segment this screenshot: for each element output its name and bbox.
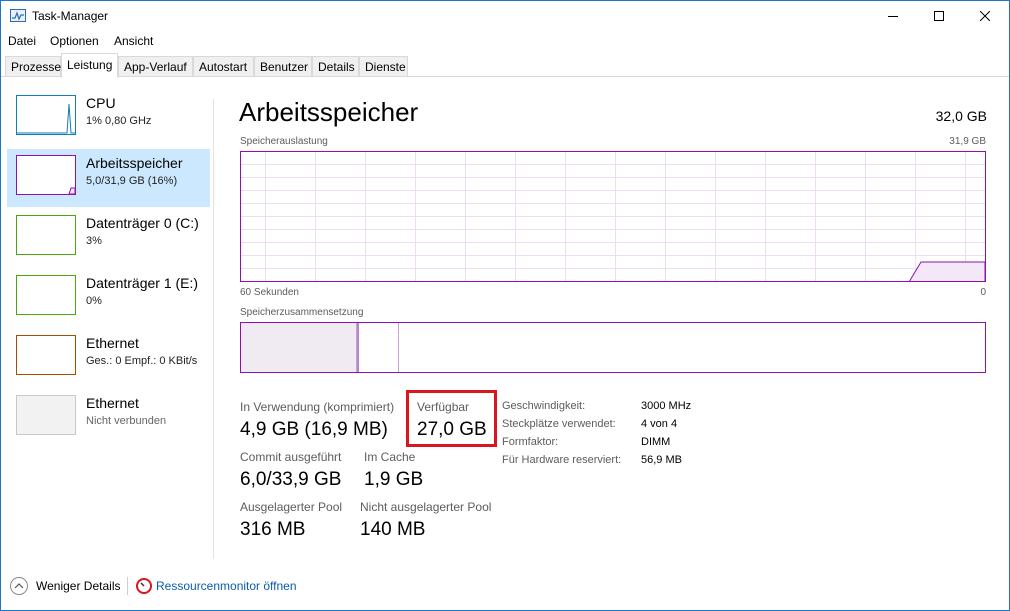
sidebar-item-label: CPU <box>86 95 116 111</box>
in-use-label: In Verwendung (komprimiert) <box>240 400 395 414</box>
nonpaged-pool-label: Nicht ausgelagerter Pool <box>360 500 492 514</box>
cpu-thumbnail-graph <box>16 95 76 135</box>
fewer-details-button[interactable]: Weniger Details <box>36 579 120 593</box>
menu-file[interactable]: Datei <box>8 34 36 48</box>
form-factor-value: DIMM <box>641 436 671 448</box>
page-title: Arbeitsspeicher <box>239 97 419 127</box>
sidebar-item-ethernet-2[interactable]: Ethernet Nicht verbunden <box>7 389 210 447</box>
cached-label: Im Cache <box>364 450 416 464</box>
graph-time-right: 0 <box>980 287 986 298</box>
open-resource-monitor-link[interactable]: Ressourcenmonitor öffnen <box>156 579 297 593</box>
ethernet-thumbnail-graph <box>16 335 76 375</box>
task-manager-icon <box>10 9 26 22</box>
tab-strip: Prozesse Leistung App-Verlauf Autostart … <box>1 53 1009 78</box>
disk-c-thumbnail-graph <box>16 215 76 255</box>
minimize-icon <box>888 16 898 17</box>
slots-value: 4 von 4 <box>641 418 678 430</box>
minimize-button[interactable] <box>870 1 916 31</box>
tab-performance[interactable]: Leistung <box>61 53 118 78</box>
sidebar-item-detail: Ges.: 0 Empf.: 0 KBit/s <box>86 355 198 367</box>
composition-label: Speicherzusammensetzung <box>240 307 364 318</box>
composition-standby <box>359 323 399 372</box>
tab-details[interactable]: Details <box>312 56 359 77</box>
tab-services[interactable]: Dienste <box>359 56 408 77</box>
sidebar-item-detail: 0% <box>86 295 102 307</box>
sidebar-item-disk-c[interactable]: Datenträger 0 (C:) 3% <box>7 209 210 267</box>
form-factor-label: Formfaktor: <box>502 436 559 448</box>
usage-graph-label: Speicherauslastung <box>240 136 328 147</box>
window-title: Task-Manager <box>32 9 109 23</box>
total-capacity: 32,0 GB <box>935 108 987 124</box>
memory-usage-plot <box>241 152 985 281</box>
in-use-value: 4,9 GB (16,9 MB) <box>240 419 388 440</box>
sidebar-item-label: Ethernet <box>86 395 139 411</box>
sidebar-item-label: Datenträger 1 (E:) <box>86 275 199 291</box>
chevron-up-icon[interactable] <box>10 577 28 595</box>
slots-label: Steckplätze verwendet: <box>502 418 616 430</box>
memory-composition-bar <box>240 322 986 373</box>
paged-pool-value: 316 MB <box>240 519 306 540</box>
sidebar-item-cpu[interactable]: CPU 1% 0,80 GHz <box>7 89 210 147</box>
committed-label: Commit ausgeführt <box>240 450 342 464</box>
menu-view[interactable]: Ansicht <box>114 34 153 48</box>
sidebar-item-detail: 1% 0,80 GHz <box>86 115 152 127</box>
disk-e-thumbnail-graph <box>16 275 76 315</box>
tab-app-history[interactable]: App-Verlauf <box>118 56 193 77</box>
graph-time-left: 60 Sekunden <box>240 287 299 298</box>
sidebar-item-label: Ethernet <box>86 335 139 351</box>
ethernet-disconnected-thumbnail <box>16 395 76 435</box>
tab-users[interactable]: Benutzer <box>254 56 312 77</box>
composition-in-use <box>241 323 357 372</box>
task-manager-window: Task-Manager Datei Optionen Ansicht Proz… <box>0 0 1010 611</box>
sidebar-item-ethernet-1[interactable]: Ethernet Ges.: 0 Empf.: 0 KBit/s <box>7 329 210 387</box>
menu-options[interactable]: Optionen <box>50 34 99 48</box>
memory-usage-area <box>909 261 985 281</box>
memory-thumbnail-graph <box>16 155 76 195</box>
tab-startup[interactable]: Autostart <box>193 56 254 77</box>
tab-processes[interactable]: Prozesse <box>5 56 61 77</box>
sidebar-item-detail: Nicht verbunden <box>86 415 167 427</box>
sidebar-item-detail: 3% <box>86 235 102 247</box>
paged-pool-label: Ausgelagerter Pool <box>240 500 343 514</box>
maximize-button[interactable] <box>916 1 962 31</box>
cached-value: 1,9 GB <box>364 469 424 490</box>
sidebar-item-label: Datenträger 0 (C:) <box>86 215 199 231</box>
usage-graph-max: 31,9 GB <box>949 136 986 147</box>
sidebar-item-disk-e[interactable]: Datenträger 1 (E:) 0% <box>7 269 210 327</box>
resource-monitor-icon <box>136 578 152 594</box>
close-button[interactable] <box>962 1 1008 31</box>
maximize-icon <box>934 11 944 21</box>
speed-label: Geschwindigkeit: <box>502 400 586 412</box>
committed-value: 6,0/33,9 GB <box>240 469 342 490</box>
sidebar-item-detail: 5,0/31,9 GB (16%) <box>86 175 178 187</box>
speed-value: 3000 MHz <box>641 400 692 412</box>
available-highlight-box <box>406 390 497 447</box>
nonpaged-pool-value: 140 MB <box>360 519 426 540</box>
memory-usage-graph <box>240 151 986 282</box>
title-bar: Task-Manager <box>1 1 1009 31</box>
footer-separator <box>127 577 128 595</box>
sidebar-item-memory[interactable]: Arbeitsspeicher 5,0/31,9 GB (16%) <box>7 149 210 207</box>
close-icon <box>980 11 990 21</box>
hardware-reserved-label: Für Hardware reserviert: <box>502 454 622 466</box>
sidebar-item-label: Arbeitsspeicher <box>86 155 183 171</box>
sidebar-divider <box>213 99 214 559</box>
menu-bar: Datei Optionen Ansicht <box>1 31 1009 52</box>
hardware-reserved-value: 56,9 MB <box>641 454 682 466</box>
